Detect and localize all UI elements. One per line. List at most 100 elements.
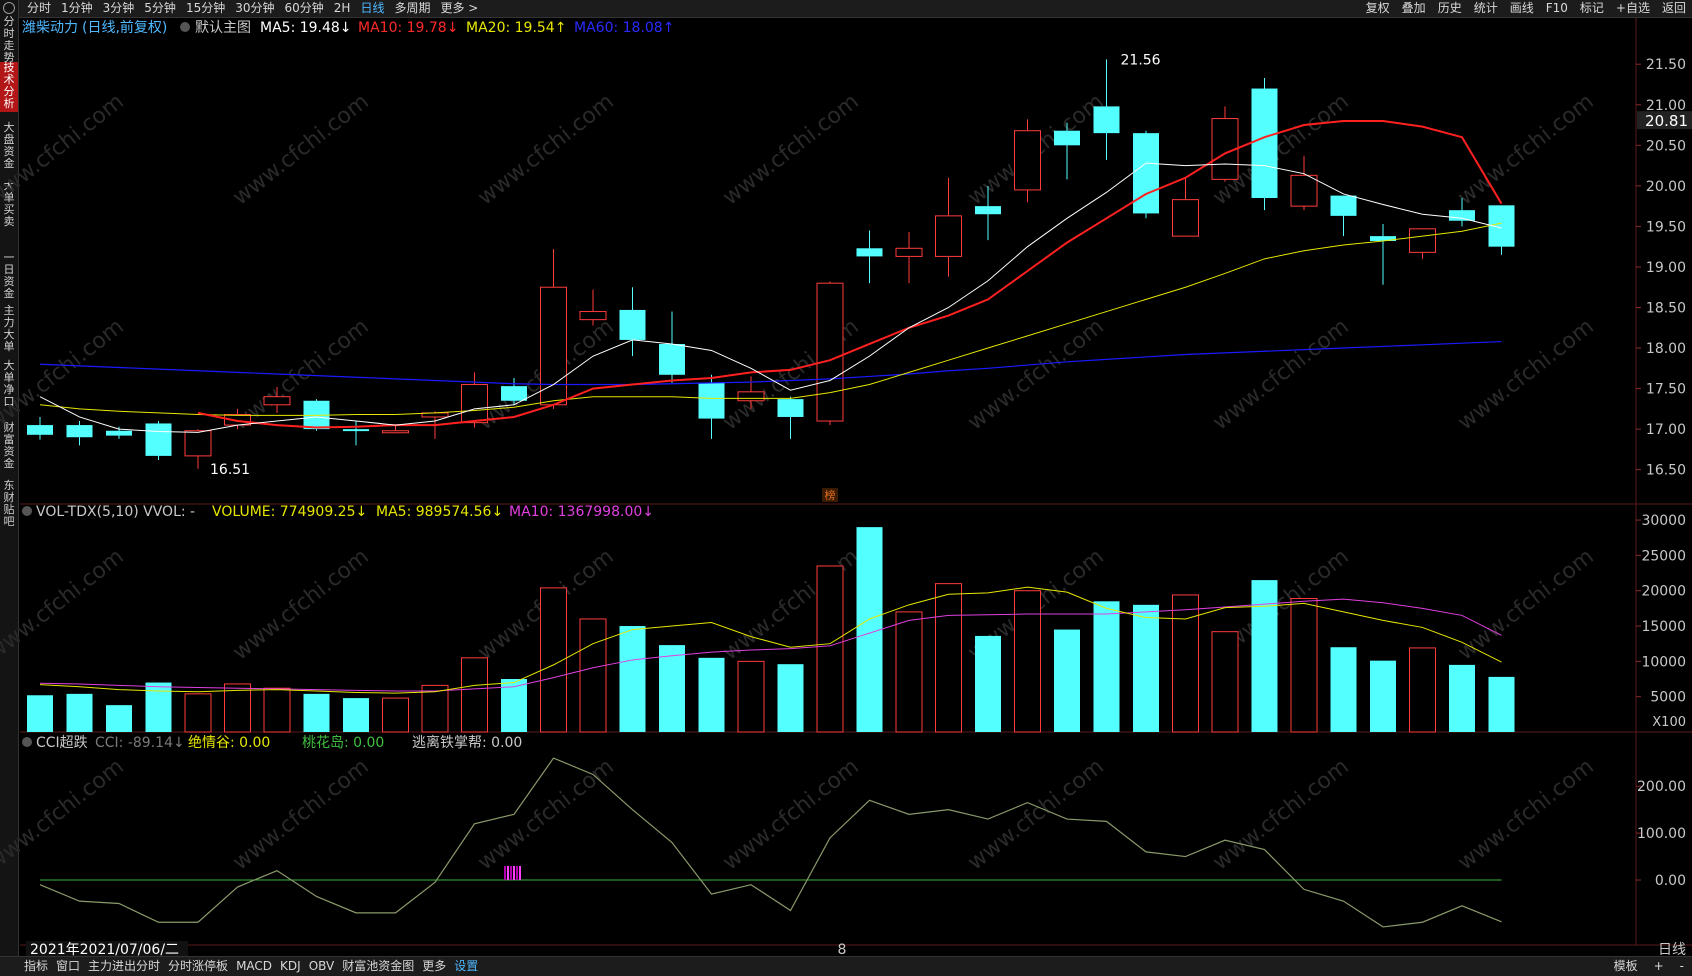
candle-body [816,282,844,422]
watermark-text: www.cfchi.com [1208,754,1353,875]
watermark-text: www.cfchi.com [0,314,129,435]
watermark-text: www.cfchi.com [473,754,618,875]
watermark-text: www.cfchi.com [473,89,618,210]
candle-body [1290,174,1318,207]
high-price-label: 21.56 [1121,52,1161,68]
watermark-text: www.cfchi.com [0,89,129,210]
volume-bar [1370,660,1396,732]
candle-body [540,286,567,406]
indicator-tab[interactable]: OBV [305,957,339,976]
watermark-text: www.cfchi.com [228,89,373,210]
candle-body [856,248,883,257]
vol-title: VOL-TDX(5,10) VVOL: - [36,504,195,520]
indicator-tab[interactable]: 窗口 [52,957,84,976]
watermark-text: www.cfchi.com [228,754,373,875]
vol-ma10-value: MA10: 1367998.00↓ [509,504,654,520]
volume-bar [303,693,330,732]
event-marker-label: 榜 [825,488,836,502]
ma-label: MA60: 18.08↑ [574,20,674,36]
current-price-label: 20.81 [1645,112,1688,130]
bottom-control[interactable]: 模板 [1606,957,1646,976]
volume-bar [1488,676,1515,732]
low-price-label: 16.51 [210,462,250,478]
watermark-text: www.cfchi.com [718,89,863,210]
indicator-tab[interactable]: 更多 [418,957,450,976]
thd-value: 桃花岛: 0.00 [302,735,384,751]
signal-bar [519,865,521,881]
chart-area[interactable]: www.cfchi.com www.cfchi.com www.cfchi.com w… [0,0,1692,975]
volume-bar [856,527,883,732]
volume-bar [1251,580,1278,732]
signal-bar [510,865,512,881]
candle-body [659,343,685,375]
candle-body [1054,130,1080,146]
volume-bar [737,660,765,733]
vol-tick-label: 20000 [1641,584,1686,600]
candle-body [1449,210,1475,221]
volume-bar [1211,631,1239,733]
indicator-tabs: 指标 窗口 主力进出分时 分时涨停板 MACD KDJ OBV 财富池资金图 更多 设置 [20,957,482,976]
candle-body [66,425,93,438]
watermark-text: www.cfchi.com [963,314,1108,435]
bottom-control[interactable]: + [1646,957,1672,976]
volume-bar [579,618,607,733]
candle-body [1172,199,1199,237]
cci-tick-label: 0.00 [1655,873,1686,889]
price-tick-label: 20.00 [1646,179,1686,195]
volume-bar [895,611,923,733]
cci-value: CCI: -89.14↓ [95,735,185,751]
indicator-tab[interactable]: 指标 [20,957,52,976]
candle-body [501,386,527,401]
ma-label: MA5: 19.48↓ [260,20,352,36]
volume-bar [343,698,369,732]
volume-bar [1409,647,1436,733]
cci-title: CCI超跌 [36,735,88,751]
volume-bar [1330,647,1357,732]
watermark-text: www.cfchi.com [1453,314,1598,435]
price-tick-label: 17.50 [1646,382,1686,398]
volume-bar [619,626,646,732]
candle-body [1330,195,1357,216]
vol-tick-label: 15000 [1641,619,1686,635]
bottom-control[interactable]: - [1672,957,1692,976]
candle-body [1093,106,1120,134]
volume-bar [1054,629,1080,732]
indicator-tab[interactable]: 财富池资金图 [338,957,418,976]
candle-body [1409,228,1436,253]
indicator-tab[interactable]: 分时涨停板 [164,957,232,976]
volume-bar [1133,604,1159,732]
price-tick-label: 17.00 [1646,422,1686,438]
signal-bar [504,865,506,881]
watermark-text: www.cfchi.com [718,754,863,875]
ma10-line [197,119,1503,429]
watermark-text: www.cfchi.com [1453,544,1598,665]
signal-bar [513,865,515,881]
indicator-tab[interactable]: 设置 [450,957,482,976]
candle-body [343,429,369,432]
watermark-text: www.cfchi.com [963,754,1108,875]
indicator-tab[interactable]: 主力进出分时 [84,957,164,976]
candle-body [263,396,291,406]
vol-unit-label: X100 [1652,715,1686,730]
chart-mode: (日线,前复权) [82,19,167,36]
volume-bar [698,657,725,732]
price-tick-label: 19.00 [1646,260,1686,276]
jqg-value: 绝情谷: 0.00 [188,735,270,751]
ma-label: MA20: 19.54↑ [466,20,566,36]
template-name: 默认主图 [195,20,251,36]
candle-body [619,309,646,340]
volume-bar [816,565,844,733]
candle-body [1251,88,1278,199]
candle-body [935,215,962,257]
indicator-tab[interactable]: KDJ [276,957,305,976]
volume-bar [659,645,685,732]
candle-body [145,423,172,456]
vol-value: VOLUME: 774909.25↓ [212,504,367,520]
stock-name: 潍柴动力 [22,20,78,36]
indicator-tab[interactable]: MACD [232,957,276,976]
price-tick-label: 20.50 [1646,138,1686,154]
candle-body [737,391,765,402]
volume-bar [27,695,53,732]
price-tick-label: 19.50 [1646,219,1686,235]
vol-tick-label: 25000 [1641,548,1686,564]
